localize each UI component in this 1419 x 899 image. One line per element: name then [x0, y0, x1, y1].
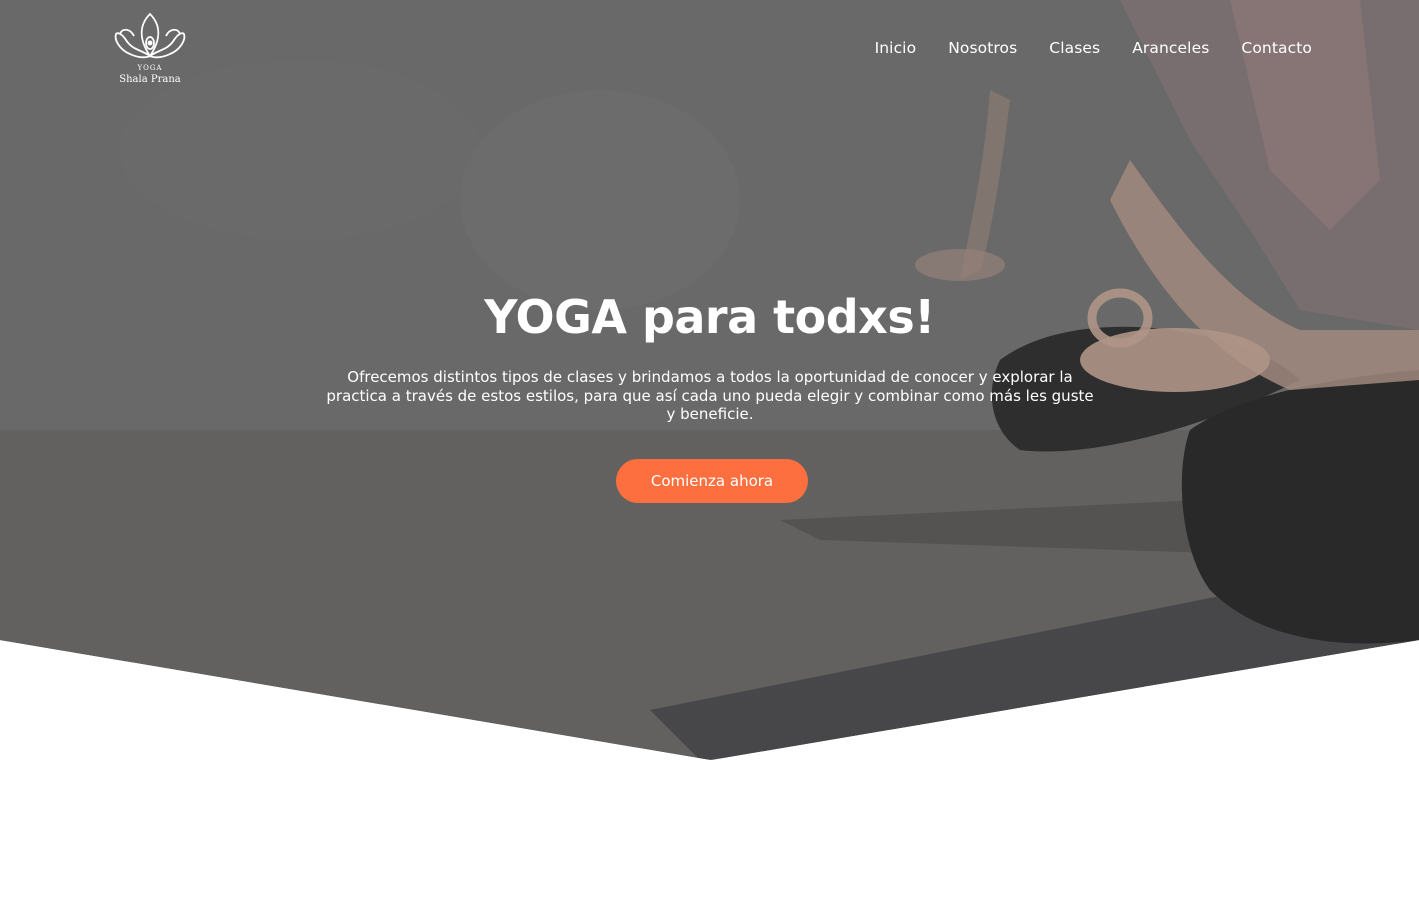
- logo-tagline: YOGA: [137, 64, 163, 72]
- nav-link-aranceles[interactable]: Aranceles: [1132, 39, 1209, 57]
- start-now-button[interactable]: Comienza ahora: [616, 459, 808, 503]
- nav-item-contacto: Contacto: [1241, 38, 1312, 57]
- hero-description: Ofrecemos distintos tipos de clases y br…: [326, 368, 1094, 423]
- nav-link-nosotros[interactable]: Nosotros: [948, 39, 1017, 57]
- hero-title: YOGA para todxs!: [484, 290, 935, 344]
- nav-item-inicio: Inicio: [875, 38, 917, 57]
- lotus-icon: [114, 12, 186, 59]
- brand-logo[interactable]: YOGA Shala Prana: [110, 10, 190, 92]
- nav-item-nosotros: Nosotros: [948, 38, 1017, 57]
- nav-link-clases[interactable]: Clases: [1049, 39, 1100, 57]
- nav-item-clases: Clases: [1049, 38, 1100, 57]
- nav-item-aranceles: Aranceles: [1132, 38, 1209, 57]
- nav-link-inicio[interactable]: Inicio: [875, 39, 917, 57]
- main-nav: Inicio Nosotros Clases Aranceles Contact…: [875, 38, 1312, 57]
- landing-page: YOGA Shala Prana Inicio Nosotros Clases …: [0, 0, 1419, 899]
- nav-link-contacto[interactable]: Contacto: [1241, 39, 1312, 57]
- logo-name: Shala Prana: [119, 74, 181, 85]
